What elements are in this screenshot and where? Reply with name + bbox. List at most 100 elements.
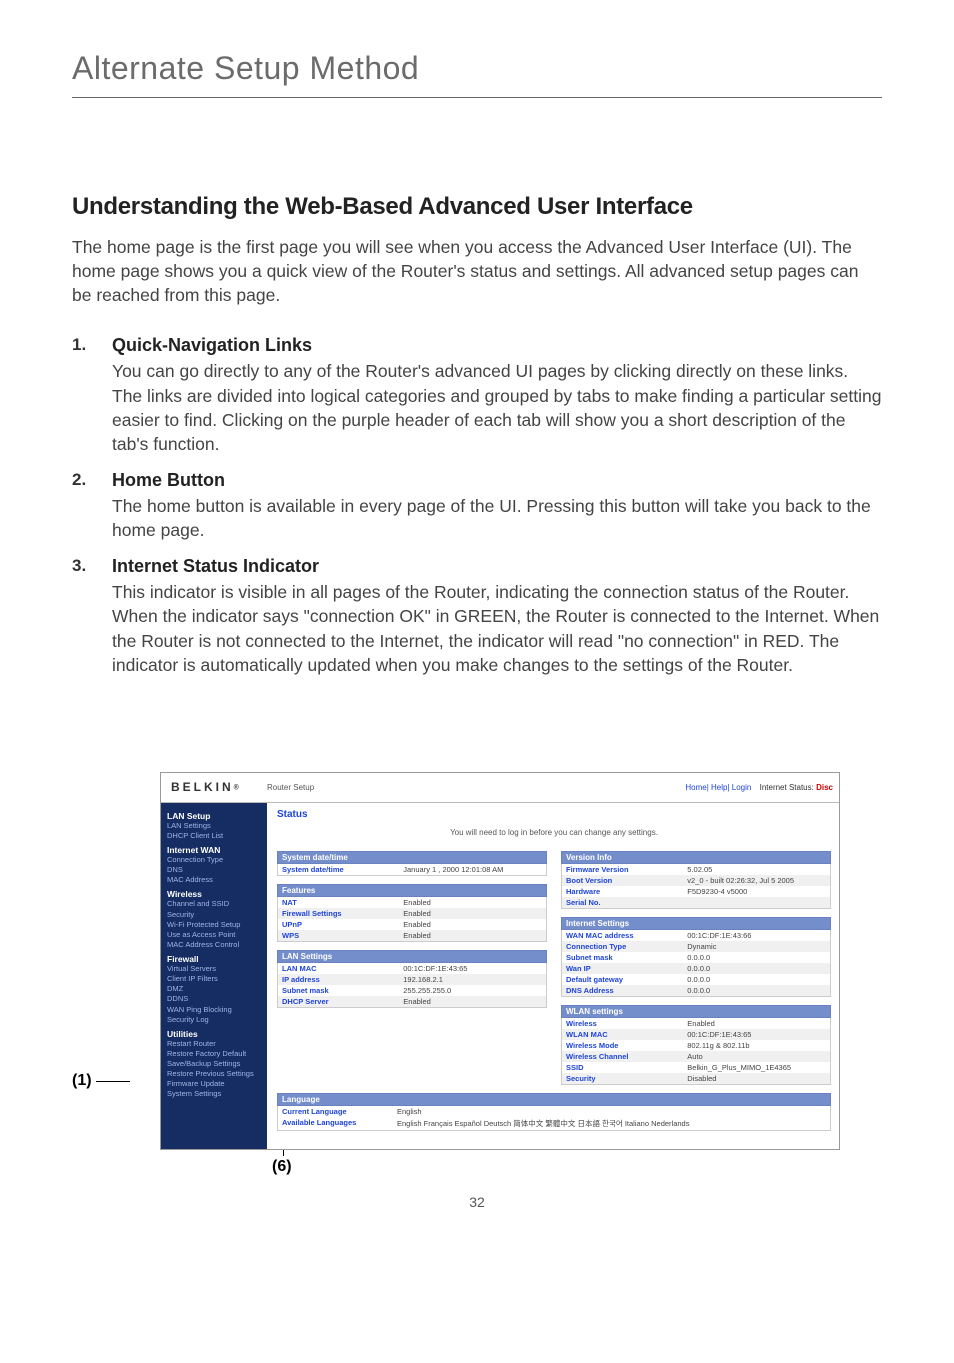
status-row: HardwareF5D9230-4 v5000 [562, 886, 830, 897]
language-box: LanguageCurrent LanguageEnglishAvailable… [277, 1093, 831, 1131]
status-heading: Status [277, 809, 831, 820]
status-box-header: System date/time [277, 851, 547, 864]
sidebar-item[interactable]: Restore Factory Default [167, 1049, 261, 1059]
status-row: SSIDBelkin_G_Plus_MIMO_1E4365 [562, 1062, 830, 1073]
router-link-group[interactable]: Home| Help| Login [685, 783, 751, 792]
router-logo-suffix: ® [234, 785, 239, 792]
status-key: Boot Version [562, 875, 685, 886]
router-main: Status You will need to log in before yo… [267, 803, 839, 1149]
sidebar-item[interactable]: DNS [167, 865, 261, 875]
status-row: UPnPEnabled [278, 919, 546, 930]
sidebar-group-header[interactable]: Utilities [167, 1029, 261, 1039]
status-value: January 1 , 2000 12:01:08 AM [401, 864, 546, 875]
sidebar-item[interactable]: System Settings [167, 1089, 261, 1099]
status-row: SecurityDisabled [562, 1073, 830, 1084]
status-box-header: Internet Settings [561, 917, 831, 930]
status-value: Dynamic [685, 941, 830, 952]
status-value: Enabled [401, 919, 546, 930]
status-key: SSID [562, 1062, 685, 1073]
sidebar-item[interactable]: Use as Access Point [167, 930, 261, 940]
item-text-1: You can go directly to any of the Router… [112, 359, 882, 456]
router-top-bar: BELKIN® Router Setup Home| Help| Login I… [161, 773, 839, 803]
sidebar-item[interactable]: Client IP Filters [167, 974, 261, 984]
status-value: Enabled [401, 908, 546, 919]
login-note: You will need to log in before you can c… [277, 828, 831, 837]
status-row: Serial No. [562, 897, 830, 908]
status-value: 0.0.0.0 [685, 952, 830, 963]
item-title-1: Quick-Navigation Links [112, 335, 882, 356]
status-box: Firmware Version5.02.05Boot Versionv2_0 … [561, 864, 831, 909]
status-value: 0.0.0.0 [685, 963, 830, 974]
status-row: Wireless ChannelAuto [562, 1051, 830, 1062]
status-key: Default gateway [562, 974, 685, 985]
status-value: v2_0 - built 02:26:32, Jul 5 2005 [685, 875, 830, 886]
status-row: WAN MAC address00:1C:DF:1E:43:66 [562, 930, 830, 941]
annotation-1: (1) [72, 1072, 92, 1090]
sidebar-item[interactable]: Wi-Fi Protected Setup [167, 920, 261, 930]
status-key: Wan IP [562, 963, 685, 974]
status-box-header: LAN Settings [277, 950, 547, 963]
language-row: Available LanguagesEnglish Français Espa… [278, 1117, 830, 1130]
language-value[interactable]: English Français Español Deutsch 简体中文 繁體… [397, 1118, 689, 1129]
sidebar-item[interactable]: Security Log [167, 1015, 261, 1025]
sidebar-item[interactable]: DMZ [167, 984, 261, 994]
status-key: Firmware Version [562, 864, 685, 875]
status-key: Security [562, 1073, 685, 1084]
status-value: Enabled [401, 930, 546, 941]
item-number-3: 3. [72, 556, 112, 677]
intro-paragraph: The home page is the first page you will… [72, 235, 882, 307]
status-key: WPS [278, 930, 401, 941]
language-value[interactable]: English [397, 1107, 422, 1116]
status-value: 00:1C:DF:1E:43:65 [685, 1029, 830, 1040]
status-box-header: Version Info [561, 851, 831, 864]
status-value: Belkin_G_Plus_MIMO_1E4365 [685, 1062, 830, 1073]
status-row: Subnet mask0.0.0.0 [562, 952, 830, 963]
sidebar-item[interactable]: DHCP Client List [167, 831, 261, 841]
language-body: Current LanguageEnglishAvailable Languag… [277, 1106, 831, 1131]
sidebar-item[interactable]: WAN Ping Blocking [167, 1005, 261, 1015]
item-title-2: Home Button [112, 470, 882, 491]
sidebar-item[interactable]: MAC Address [167, 875, 261, 885]
status-row: LAN MAC00:1C:DF:1E:43:65 [278, 963, 546, 974]
status-box-header: WLAN settings [561, 1005, 831, 1018]
status-value: 0.0.0.0 [685, 974, 830, 985]
status-key: Subnet mask [562, 952, 685, 963]
status-key: DHCP Server [278, 996, 401, 1007]
status-box: System date/timeJanuary 1 , 2000 12:01:0… [277, 864, 547, 876]
sidebar-item[interactable]: Save/Backup Settings [167, 1059, 261, 1069]
status-box: WAN MAC address00:1C:DF:1E:43:66Connecti… [561, 930, 831, 997]
sidebar-item[interactable]: Restore Previous Settings [167, 1069, 261, 1079]
status-value: Disabled [685, 1073, 830, 1084]
sidebar-item[interactable]: Virtual Servers [167, 964, 261, 974]
sidebar-item[interactable]: Channel and SSID [167, 899, 261, 909]
item-number-2: 2. [72, 470, 112, 542]
status-box: LAN MAC00:1C:DF:1E:43:65IP address192.16… [277, 963, 547, 1008]
status-value: 255.255.255.0 [401, 985, 546, 996]
internet-status-label: Internet Status: [760, 783, 814, 792]
sidebar-item[interactable]: LAN Settings [167, 821, 261, 831]
status-row: IP address192.168.2.1 [278, 974, 546, 985]
sidebar-group-header[interactable]: Firewall [167, 954, 261, 964]
status-row: DHCP ServerEnabled [278, 996, 546, 1007]
sidebar-item[interactable]: Restart Router [167, 1039, 261, 1049]
router-top-links[interactable]: Home| Help| Login Internet Status: Disc [685, 783, 839, 792]
annotation-6-label: (6) [272, 1158, 292, 1175]
sidebar-item[interactable]: Connection Type [167, 855, 261, 865]
sidebar-item[interactable]: DDNS [167, 994, 261, 1004]
status-value: F5D9230-4 v5000 [685, 886, 830, 897]
status-column-2: Version InfoFirmware Version5.02.05Boot … [561, 851, 831, 1093]
status-row: Boot Versionv2_0 - built 02:26:32, Jul 5… [562, 875, 830, 886]
sidebar-item[interactable]: Firmware Update [167, 1079, 261, 1089]
sidebar-item[interactable]: MAC Address Control [167, 940, 261, 950]
status-row: Firewall SettingsEnabled [278, 908, 546, 919]
sidebar-group-header[interactable]: Wireless [167, 889, 261, 899]
status-key: WAN MAC address [562, 930, 685, 941]
sidebar-group-header[interactable]: LAN Setup [167, 811, 261, 821]
sidebar-group-header[interactable]: Internet WAN [167, 845, 261, 855]
status-key: NAT [278, 897, 401, 908]
page-header: Alternate Setup Method [72, 50, 882, 98]
item-text-2: The home button is available in every pa… [112, 494, 882, 542]
router-ui: BELKIN® Router Setup Home| Help| Login I… [160, 772, 840, 1150]
sidebar-item[interactable]: Security [167, 910, 261, 920]
status-value [685, 897, 830, 908]
